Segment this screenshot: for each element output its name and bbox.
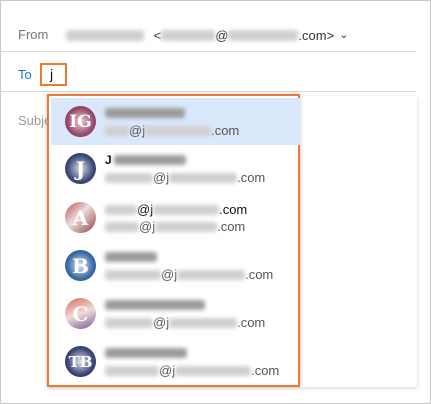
contact-name: [105, 105, 185, 119]
contact-email: @j .com: [105, 362, 279, 378]
from-label: From: [18, 27, 49, 42]
autocomplete-item[interactable]: B @j .com: [51, 242, 300, 289]
to-label: To: [18, 67, 32, 82]
avatar: J: [65, 153, 96, 184]
divider: [0, 51, 416, 52]
avatar: TB: [65, 346, 96, 377]
contact-email: @j .com: [105, 266, 273, 282]
from-selector[interactable]: < @ .com> ⌄: [66, 27, 348, 43]
contact-email: @j .com: [105, 169, 265, 185]
to-input[interactable]: j: [40, 63, 67, 86]
autocomplete-item[interactable]: TB @j .com: [51, 338, 300, 385]
chevron-down-icon[interactable]: ⌄: [339, 28, 348, 41]
contact-name: @j .com: [105, 201, 247, 217]
contact-email: @j .com: [105, 218, 245, 234]
autocomplete-item[interactable]: J J @j .com: [51, 145, 300, 192]
avatar: A: [65, 202, 96, 233]
contact-name: [105, 345, 187, 359]
from-user-redacted: [161, 30, 216, 42]
from-domain-redacted: [228, 30, 299, 42]
avatar: B: [65, 250, 96, 281]
avatar: IG: [65, 106, 96, 137]
autocomplete-item[interactable]: A @j .com @j .com: [51, 194, 300, 241]
from-at: @: [215, 28, 229, 44]
contact-email: @j .com: [105, 122, 239, 138]
from-angle-open: <: [153, 28, 162, 44]
autocomplete-popup-backdrop: [300, 96, 417, 387]
contact-name: [105, 297, 205, 311]
from-name-redacted: [66, 30, 144, 42]
contact-email: @j .com: [105, 314, 265, 330]
from-domain-suffix: .com>: [298, 28, 335, 44]
autocomplete-item[interactable]: IG @j .com: [51, 98, 300, 145]
avatar: C: [65, 298, 96, 329]
contact-name: J: [105, 152, 186, 167]
autocomplete-popup: IG @j .com J J @j .com A @j .com @j .com B @…: [47, 94, 300, 387]
divider: [0, 91, 416, 92]
contact-name: [105, 249, 157, 263]
autocomplete-item[interactable]: C @j .com: [51, 290, 300, 337]
